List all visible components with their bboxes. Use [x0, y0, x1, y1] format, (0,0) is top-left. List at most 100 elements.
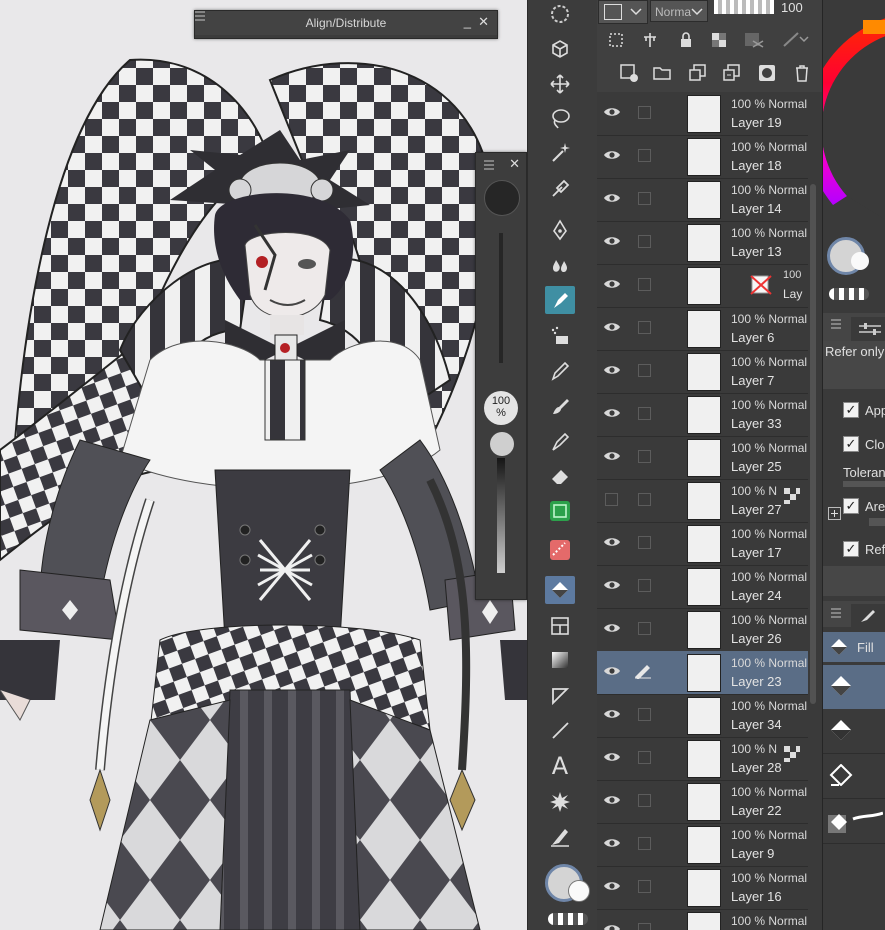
eye-icon[interactable] — [603, 235, 621, 247]
decoration-tool[interactable] — [545, 427, 575, 455]
figure-tool[interactable] — [545, 682, 575, 710]
reference-layer-icon[interactable] — [641, 31, 659, 49]
panel-menu-icon[interactable] — [484, 160, 494, 170]
eye-icon[interactable] — [603, 794, 621, 806]
sub-tool-item-3[interactable] — [823, 754, 885, 799]
text-tool[interactable]: A — [545, 752, 575, 780]
layer-row[interactable]: 100 % NormalLayer 21 — [597, 909, 809, 930]
layer-row[interactable]: 100 % Normal Layer 17 — [597, 522, 809, 566]
merge-layer-icon[interactable] — [722, 63, 742, 83]
line-tool[interactable] — [545, 716, 575, 744]
vector-tool[interactable] — [545, 536, 575, 564]
layer-edit-checkbox[interactable] — [638, 708, 651, 721]
clip-layer-icon[interactable] — [607, 31, 625, 49]
layer-edit-checkbox[interactable] — [638, 536, 651, 549]
sub-tool-item-1[interactable] — [823, 665, 885, 709]
minimize-button[interactable]: _ — [464, 15, 471, 29]
layer-row[interactable]: 100 % N Layer 27 — [597, 479, 809, 523]
ruler-mask-icon[interactable] — [782, 31, 812, 49]
airbrush-tool[interactable] — [545, 322, 575, 350]
eye-icon[interactable] — [603, 751, 621, 763]
eye-icon[interactable] — [603, 364, 621, 376]
marker-tool[interactable] — [545, 286, 575, 314]
lock-icon[interactable] — [677, 31, 695, 49]
layer-row[interactable]: 100 % N Layer 28 — [597, 737, 809, 781]
tolerance-slider[interactable] — [843, 481, 885, 487]
layer-row[interactable]: 100 % Normal Layer 33 — [597, 393, 809, 437]
layer-edit-checkbox[interactable] — [638, 407, 651, 420]
eye-icon[interactable] — [603, 923, 621, 930]
panel-menu-icon[interactable] — [831, 608, 841, 618]
eye-icon[interactable] — [603, 837, 621, 849]
layer-edit-checkbox[interactable] — [638, 192, 651, 205]
option-checkbox-5[interactable]: ✓ — [843, 541, 859, 557]
correct-line-tool[interactable] — [545, 822, 575, 850]
drawing-canvas[interactable]: Align/Distribute _ ✕ — [0, 0, 527, 930]
layer-property-tool[interactable] — [545, 612, 575, 640]
sub-tool-item-4[interactable] — [823, 799, 885, 844]
option-checkbox-1[interactable]: ✓ — [843, 402, 859, 418]
layer-edit-checkbox[interactable] — [638, 622, 651, 635]
lasso-tool[interactable] — [545, 104, 575, 132]
layer-edit-checkbox[interactable] — [638, 923, 651, 930]
area-scaling-slider[interactable] — [869, 518, 885, 526]
eyedropper-tool[interactable] — [545, 174, 575, 202]
auto-select-tool[interactable] — [545, 138, 575, 166]
panel-menu-icon[interactable] — [195, 11, 205, 21]
option-checkbox-2[interactable]: ✓ — [843, 436, 859, 452]
layer-color-dropdown[interactable] — [598, 0, 648, 24]
transparent-color-swatch[interactable] — [829, 288, 869, 300]
layer-row[interactable]: 100 % Normal Layer 16 — [597, 866, 809, 910]
layer-row[interactable]: 100 % Normal Layer 7 — [597, 350, 809, 394]
scrollbar-thumb[interactable] — [810, 184, 816, 704]
eye-icon[interactable] — [603, 622, 621, 634]
layer-row[interactable]: 100 % Normal Layer 18 — [597, 135, 809, 179]
new-folder-icon[interactable] — [652, 63, 672, 83]
close-button[interactable]: ✕ — [478, 15, 489, 29]
eye-icon[interactable] — [603, 407, 621, 419]
eye-icon[interactable] — [603, 536, 621, 548]
eye-icon[interactable] — [603, 880, 621, 892]
layer-edit-checkbox[interactable] — [638, 880, 651, 893]
transfer-down-icon[interactable] — [688, 63, 708, 83]
layer-row[interactable]: 100 Lay — [597, 264, 809, 308]
layer-row[interactable]: 100 % Normal Layer 23 — [597, 651, 809, 695]
option-checkbox-4[interactable]: ✓ — [843, 498, 859, 514]
layer-row[interactable]: 100 % Normal Layer 26 — [597, 608, 809, 652]
object-tool[interactable] — [545, 35, 575, 63]
gradient-tool[interactable] — [545, 646, 575, 674]
fill-tool[interactable] — [545, 576, 575, 604]
move-tool[interactable] — [545, 70, 575, 98]
layer-row[interactable]: 100 % Normal Layer 25 — [597, 436, 809, 480]
brush-tool[interactable] — [545, 391, 575, 419]
layer-edit-checkbox[interactable] — [638, 364, 651, 377]
eye-icon[interactable] — [603, 149, 621, 161]
eye-icon[interactable] — [603, 708, 621, 720]
layer-edit-checkbox[interactable] — [638, 450, 651, 463]
layer-edit-checkbox[interactable] — [638, 235, 651, 248]
opacity-slider[interactable] — [714, 0, 774, 14]
eye-icon[interactable] — [603, 321, 621, 333]
pencil-tool[interactable] — [545, 356, 575, 384]
layer-row[interactable]: 100 % Normal Layer 14 — [597, 178, 809, 222]
frame-tool[interactable] — [545, 497, 575, 525]
blend-mode-dropdown[interactable]: Norma — [650, 0, 708, 22]
eye-icon[interactable] — [603, 192, 621, 204]
eye-icon[interactable] — [603, 106, 621, 118]
layer-edit-checkbox[interactable] — [638, 493, 651, 506]
sub-tool-tab[interactable] — [851, 604, 885, 627]
layer-opacity-value[interactable]: 100 — [781, 0, 803, 15]
layer-edit-checkbox[interactable] — [638, 837, 651, 850]
eye-icon[interactable] — [603, 579, 621, 591]
eye-icon[interactable] — [603, 278, 621, 290]
balloon-tool[interactable] — [545, 788, 575, 816]
eye-icon[interactable] — [603, 665, 621, 677]
layer-edit-checkbox[interactable] — [638, 751, 651, 764]
color-wheel[interactable] — [823, 0, 885, 245]
layer-list-scrollbar[interactable] — [808, 94, 818, 930]
layer-row[interactable]: 100 % Normal Layer 6 — [597, 307, 809, 351]
eye-icon[interactable] — [603, 450, 621, 462]
layer-row[interactable]: 100 % Normal Layer 13 — [597, 221, 809, 265]
transparent-color-swatch[interactable] — [548, 913, 588, 925]
layer-edit-checkbox[interactable] — [638, 321, 651, 334]
